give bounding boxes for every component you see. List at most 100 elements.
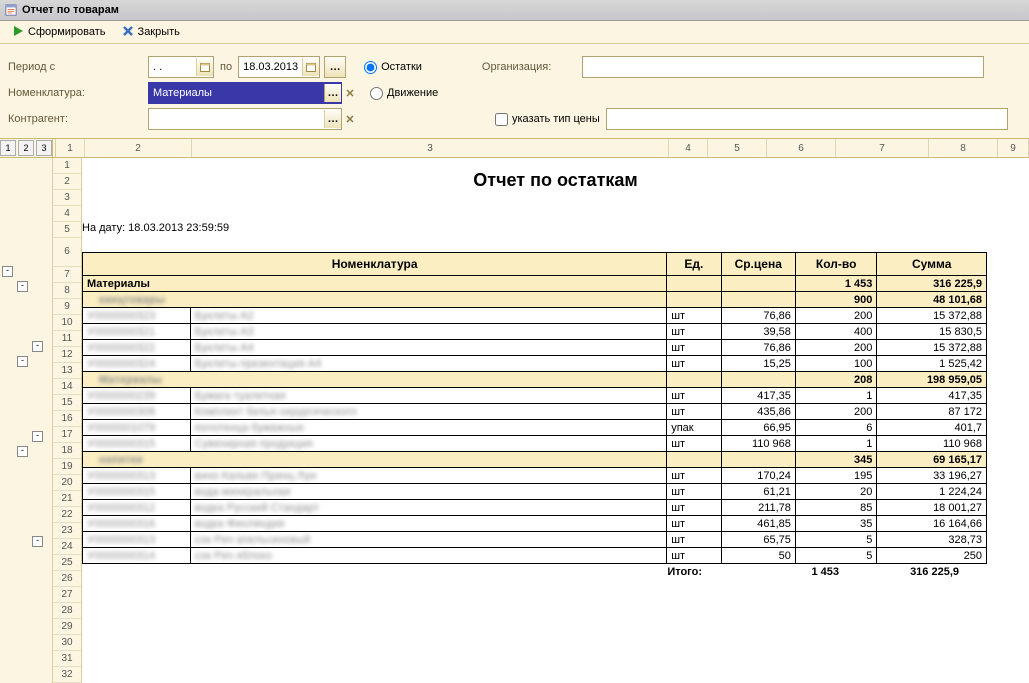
row-header-cell[interactable]: 26 bbox=[53, 571, 81, 587]
org-input[interactable] bbox=[582, 56, 984, 78]
row-header-cell[interactable]: 15 bbox=[53, 395, 81, 411]
row-header-cell[interactable]: 22 bbox=[53, 507, 81, 523]
row-header-cell[interactable]: 7 bbox=[53, 267, 81, 283]
clear-nomenclature-button[interactable]: ✕ bbox=[342, 83, 358, 103]
row-header-cell[interactable]: 17 bbox=[53, 427, 81, 443]
row-header-cell[interactable]: 8 bbox=[53, 283, 81, 299]
radio-balance[interactable]: Остатки bbox=[364, 61, 422, 74]
row-header-cell[interactable]: 11 bbox=[53, 331, 81, 347]
table-row[interactable]: У0000000323Буклеты A2шт76,8620015 372,88 bbox=[83, 308, 987, 324]
outline-toggle[interactable]: - bbox=[17, 446, 28, 457]
outline-toggle[interactable]: - bbox=[32, 536, 43, 547]
period-choose-button[interactable]: … bbox=[324, 56, 346, 78]
ellipsis-button[interactable]: … bbox=[324, 110, 341, 128]
clear-contragent-button[interactable]: ✕ bbox=[342, 109, 358, 129]
outline-toggle[interactable]: - bbox=[17, 281, 28, 292]
outline-toggle[interactable]: - bbox=[17, 356, 28, 367]
table-row[interactable]: У0000000322Буклеты A4шт76,8620015 372,88 bbox=[83, 340, 987, 356]
row-header-cell[interactable]: 19 bbox=[53, 459, 81, 475]
row-header-cell[interactable]: 20 bbox=[53, 475, 81, 491]
row-header-cell[interactable]: 3 bbox=[53, 190, 81, 206]
column-ruler-cell[interactable]: 3 bbox=[192, 139, 669, 157]
row-header-cell[interactable]: 1 bbox=[53, 158, 81, 174]
row-header-cell[interactable]: 13 bbox=[53, 363, 81, 379]
column-ruler-cell[interactable]: 1 bbox=[56, 139, 85, 157]
row-header-cell[interactable]: 6 bbox=[53, 238, 81, 267]
group-row[interactable]: Материалы1 453316 225,9 bbox=[83, 276, 987, 292]
column-ruler-cell[interactable]: 5 bbox=[708, 139, 767, 157]
table-row[interactable]: У0000000239Бумага туалетнаяшт417,351417,… bbox=[83, 388, 987, 404]
period-to-input[interactable]: 18.03.2013 bbox=[238, 56, 320, 78]
filter-panel: Период с . . по 18.03.2013 … Остатки Орг… bbox=[0, 44, 1029, 139]
close-icon bbox=[122, 25, 134, 40]
column-ruler-cell[interactable]: 9 bbox=[998, 139, 1029, 157]
window-title: Отчет по товарам bbox=[22, 4, 119, 16]
title-bar: Отчет по товарам bbox=[0, 0, 1029, 21]
table-row[interactable]: У0000000312водка Русский Стандартшт211,7… bbox=[83, 500, 987, 516]
table-row[interactable]: У0000000313сок Рич апельсиновыйшт65,7553… bbox=[83, 532, 987, 548]
group-row[interactable]: канцтовары90048 101,68 bbox=[83, 292, 987, 308]
row-header-cell[interactable]: 21 bbox=[53, 491, 81, 507]
outline-toggle[interactable]: - bbox=[2, 266, 13, 277]
form-button[interactable]: Сформировать bbox=[6, 24, 112, 41]
outline-toggle[interactable]: - bbox=[32, 341, 43, 352]
close-button[interactable]: Закрыть bbox=[116, 24, 186, 41]
column-ruler-cell[interactable]: 6 bbox=[767, 139, 836, 157]
radio-balance-input[interactable] bbox=[364, 61, 377, 74]
row-header-cell[interactable]: 9 bbox=[53, 299, 81, 315]
row-header-cell[interactable]: 31 bbox=[53, 651, 81, 667]
calendar-icon[interactable] bbox=[196, 58, 213, 76]
outline-level-2[interactable]: 2 bbox=[18, 140, 34, 156]
pricetype-checkbox[interactable]: указать тип цены bbox=[495, 113, 600, 126]
row-header-cell[interactable]: 23 bbox=[53, 523, 81, 539]
table-row[interactable]: У0000000313вино Кальве Принц Луишт170,24… bbox=[83, 468, 987, 484]
row-header-cell[interactable]: 18 bbox=[53, 443, 81, 459]
calendar-icon[interactable] bbox=[302, 58, 319, 76]
row-header-cell[interactable]: 30 bbox=[53, 635, 81, 651]
outline-level-1[interactable]: 1 bbox=[0, 140, 16, 156]
radio-movement-input[interactable] bbox=[370, 87, 383, 100]
column-ruler-cell[interactable]: 4 bbox=[669, 139, 708, 157]
group-row[interactable]: напитки34569 165,17 bbox=[83, 452, 987, 468]
table-row[interactable]: У0000000324Буклеты презентация A4шт15,25… bbox=[83, 356, 987, 372]
column-ruler-cell[interactable]: 8 bbox=[929, 139, 998, 157]
row-header-cell[interactable]: 32 bbox=[53, 667, 81, 683]
period-to-label: по bbox=[220, 61, 232, 73]
group-row[interactable]: Материалы208198 959,05 bbox=[83, 372, 987, 388]
close-button-label: Закрыть bbox=[138, 26, 180, 38]
table-row[interactable]: У0000000321Буклеты A3шт39,5840015 830,5 bbox=[83, 324, 987, 340]
pricetype-input[interactable] bbox=[606, 108, 1008, 130]
contragent-input[interactable]: … bbox=[148, 108, 342, 130]
row-header-cell[interactable]: 5 bbox=[53, 222, 81, 238]
table-row[interactable]: У0000000315вода минеральнаяшт61,21201 22… bbox=[83, 484, 987, 500]
table-row[interactable]: У0000000316водка Финляндияшт461,853516 1… bbox=[83, 516, 987, 532]
column-ruler-cell[interactable]: 2 bbox=[85, 139, 192, 157]
row-header-cell[interactable]: 24 bbox=[53, 539, 81, 555]
period-from-input[interactable]: . . bbox=[148, 56, 214, 78]
row-header-cell[interactable]: 29 bbox=[53, 619, 81, 635]
row-header-cell[interactable]: 14 bbox=[53, 379, 81, 395]
column-ruler-cell[interactable]: 7 bbox=[836, 139, 929, 157]
row-header-cell[interactable]: 28 bbox=[53, 603, 81, 619]
col-header-unit: Ед. bbox=[667, 253, 721, 276]
spreadsheet-area[interactable]: Отчет по остаткам На дату: 18.03.2013 23… bbox=[82, 158, 1029, 683]
nomenclature-input[interactable]: Материалы … bbox=[148, 82, 342, 104]
row-header-cell[interactable]: 27 bbox=[53, 587, 81, 603]
row-header-cell[interactable]: 4 bbox=[53, 206, 81, 222]
row-header-cell[interactable]: 12 bbox=[53, 347, 81, 363]
table-row[interactable]: У0000001079полотенца бумажныеупак66,9564… bbox=[83, 420, 987, 436]
col-header-qty: Кол-во bbox=[795, 253, 876, 276]
radio-movement[interactable]: Движение bbox=[370, 87, 438, 100]
row-header-cell[interactable]: 10 bbox=[53, 315, 81, 331]
table-row[interactable]: У0000000314сок Рич яблокошт505250 bbox=[83, 548, 987, 564]
table-row[interactable]: У0000000315Сувенирная продукцияшт110 968… bbox=[83, 436, 987, 452]
pricetype-checkbox-input[interactable] bbox=[495, 113, 508, 126]
org-label: Организация: bbox=[482, 61, 582, 73]
row-header-cell[interactable]: 16 bbox=[53, 411, 81, 427]
ellipsis-button[interactable]: … bbox=[324, 84, 341, 102]
outline-toggle[interactable]: - bbox=[32, 431, 43, 442]
outline-level-3[interactable]: 3 bbox=[36, 140, 52, 156]
row-header-cell[interactable]: 25 bbox=[53, 555, 81, 571]
row-header-cell[interactable]: 2 bbox=[53, 174, 81, 190]
table-row[interactable]: У0000000308Комплект белья хирургического… bbox=[83, 404, 987, 420]
